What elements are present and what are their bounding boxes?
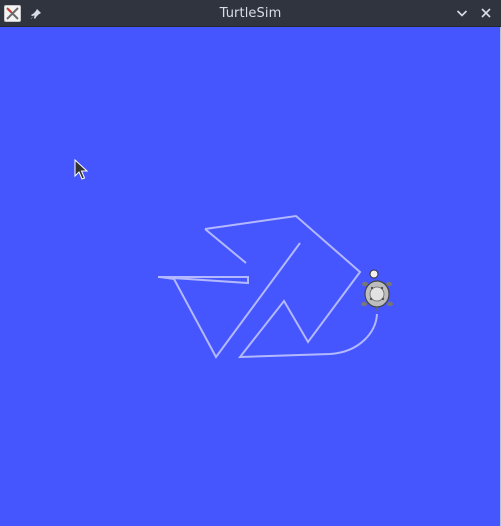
turtle-canvas[interactable] [0,27,501,526]
window-title: TurtleSim [219,6,282,21]
pin-icon[interactable] [29,7,43,21]
mouse-cursor-icon [74,159,88,180]
chevron-down-icon [456,10,468,17]
turtlesim-app-icon[interactable] [4,5,21,22]
turtle-drawing [157,214,393,359]
title-bar[interactable]: TurtleSim [0,0,501,27]
close-icon [481,8,491,18]
close-button[interactable] [477,4,495,22]
minimize-button[interactable] [453,4,471,22]
turtle-sprite[interactable] [361,269,393,311]
pen-trail [157,214,378,359]
turtlesim-window: TurtleSim [0,0,501,526]
title-bar-right-controls [453,4,495,22]
title-bar-left-controls [4,4,43,23]
